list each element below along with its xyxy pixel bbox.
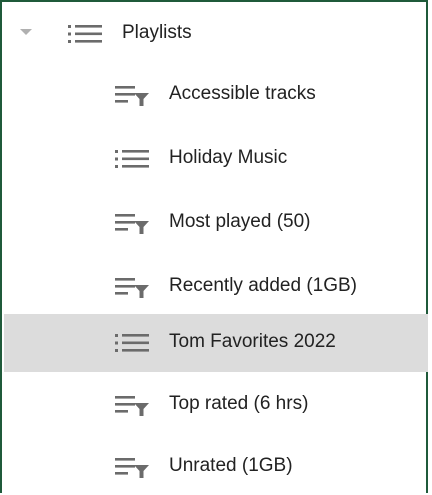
playlist-item-label: Accessible tracks (169, 83, 316, 104)
playlist-item[interactable]: Accessible tracks (4, 64, 428, 122)
playlist-item[interactable]: Most played (50) (4, 192, 428, 250)
tree-node-playlists[interactable]: Playlists (4, 2, 428, 64)
auto-playlist-icon (115, 214, 149, 234)
tree-node-label: Playlists (122, 22, 192, 43)
playlist-item-label: Holiday Music (169, 147, 288, 168)
playlist-item[interactable]: Recently added (1GB) (4, 256, 428, 314)
playlist-item[interactable]: Unrated (1GB) (4, 436, 428, 494)
playlist-item[interactable]: Holiday Music (4, 128, 428, 186)
playlist-icon (115, 334, 149, 352)
playlist-icon (115, 150, 149, 168)
playlist-item[interactable]: Tom Favorites 2022 (4, 314, 428, 372)
expand-arrow-icon[interactable] (20, 29, 32, 35)
playlist-item-label: Recently added (1GB) (169, 275, 357, 296)
playlist-item[interactable]: Top rated (6 hrs) (4, 374, 428, 432)
auto-playlist-icon (115, 458, 149, 478)
playlist-panel: Playlists Accessible tracks Holiday Musi… (0, 0, 428, 493)
auto-playlist-icon (115, 86, 149, 106)
playlist-item-label: Top rated (6 hrs) (169, 393, 309, 414)
auto-playlist-icon (115, 396, 149, 416)
auto-playlist-icon (115, 278, 149, 298)
playlist-item-label: Most played (50) (169, 211, 311, 232)
playlist-item-label: Unrated (1GB) (169, 455, 293, 476)
playlist-icon (68, 25, 102, 43)
playlist-item-label: Tom Favorites 2022 (169, 331, 336, 352)
